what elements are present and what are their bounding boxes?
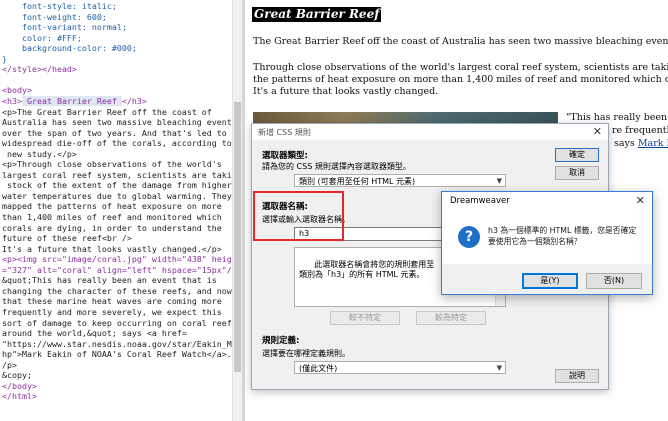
code-view-scrollbar[interactable] xyxy=(232,0,242,421)
paragraph-2-line-3[interactable]: It's a future that looks vastly changed. xyxy=(253,86,438,99)
selector-type-description: 請為您的 CSS 規則選擇內容選取器類型。 xyxy=(262,162,411,171)
code-line[interactable]: water temperatures due to global warming… xyxy=(2,191,232,202)
chevron-down-icon: ▼ xyxy=(496,364,502,372)
quote-line-3: says Mark Ea xyxy=(614,138,668,151)
less-specific-button[interactable]: 較不特定 xyxy=(330,311,400,325)
code-line[interactable]: ="327" alt="coral" align="left" hspace="… xyxy=(2,265,232,276)
code-line[interactable]: new study.</p> xyxy=(2,149,77,160)
help-button[interactable]: 說明 xyxy=(555,369,599,383)
code-line[interactable]: <h3> Great Barrier Reef </h3> xyxy=(2,95,147,107)
code-line[interactable]: color: #FFF; xyxy=(2,33,82,44)
rule-definition-title: 規則定義: xyxy=(262,336,300,346)
code-line[interactable]: than 1,400 miles of reef and monitored w… xyxy=(2,212,222,223)
question-icon: ? xyxy=(458,226,480,248)
code-line[interactable]: /p> xyxy=(2,360,17,371)
code-line[interactable]: It's a future that looks vastly changed.… xyxy=(2,244,222,255)
code-line[interactable]: font-style: italic; xyxy=(2,1,117,12)
code-line[interactable]: <p>Through close observations of the wor… xyxy=(2,159,222,170)
code-line[interactable]: } xyxy=(2,54,7,65)
dialog-title: 新增 CSS 規則 xyxy=(258,128,311,137)
no-button[interactable]: 否(N) xyxy=(586,273,642,289)
code-line[interactable]: changing the character of these reefs, a… xyxy=(2,286,232,297)
cancel-button[interactable]: 取消 xyxy=(555,166,599,180)
quote-line-2[interactable]: re frequently a xyxy=(612,125,668,138)
paragraph-2-line-2[interactable]: the patterns of heat exposure on more th… xyxy=(253,74,668,87)
code-line[interactable]: largest coral reef system, scientists ar… xyxy=(2,170,232,181)
code-line[interactable]: </body> xyxy=(2,381,37,392)
code-line[interactable]: &quot;This has really been an event that… xyxy=(2,275,217,286)
code-line[interactable]: frequently and more severely, we expect … xyxy=(2,307,222,318)
rule-definition-value: (僅此文件) xyxy=(299,364,338,373)
confirm-button-bar: 是(Y) 否(N) xyxy=(442,264,652,294)
rule-definition-dropdown[interactable]: (僅此文件) ▼ xyxy=(294,361,506,374)
more-specific-button[interactable]: 較為特定 xyxy=(416,311,486,325)
close-icon[interactable]: ✕ xyxy=(636,194,645,207)
confirm-dialog-title[interactable]: Dreamweaver xyxy=(450,196,510,206)
code-line[interactable]: font-variant: normal; xyxy=(2,22,127,33)
selector-info-text: 此選取器名稱會將您的規則套用至 類別為「h3」的所有 HTML 元素。 xyxy=(299,260,435,279)
code-line[interactable]: </style></head> xyxy=(2,64,77,75)
code-line[interactable]: <p><img src="image/coral.jpg" width="438… xyxy=(2,254,232,265)
code-line[interactable]: hp">Mark Eakin of NOAA's Coral Reef Watc… xyxy=(2,349,232,360)
code-line[interactable]: future of these reef<br /> xyxy=(2,233,132,244)
selector-type-title: 選取器類型: xyxy=(262,151,308,161)
code-line[interactable]: Australia has seen two massive bleaching… xyxy=(2,117,232,128)
selector-type-dropdown[interactable]: 類別 (可套用至任何 HTML 元素) ▼ xyxy=(294,174,506,187)
code-view[interactable]: font-style: italic; font-weight: 600; fo… xyxy=(0,0,232,421)
code-line[interactable]: stock of the extent of the damage from h… xyxy=(2,180,232,191)
rule-definition-description: 選擇要在哪裡定義規則。 xyxy=(262,349,350,358)
code-line[interactable]: over the span of two years. And that's l… xyxy=(2,128,232,139)
code-line[interactable]: <p>The Great Barrier Reef off the coast … xyxy=(2,107,212,118)
code-line[interactable]: font-weight: 600; xyxy=(2,12,107,23)
code-line[interactable]: corals are dying, in order to understand… xyxy=(2,223,222,234)
paragraph-1[interactable]: The Great Barrier Reef off the coast of … xyxy=(253,36,668,49)
code-view-scroll-thumb[interactable] xyxy=(234,102,241,372)
ok-button[interactable]: 確定 xyxy=(555,148,599,162)
code-line[interactable]: background-color: #000; xyxy=(2,43,137,54)
code-line[interactable]: around the world,&quot; says <a href= xyxy=(2,328,187,339)
mark-eakin-link[interactable]: Mark Ea xyxy=(638,138,668,149)
yes-button[interactable]: 是(Y) xyxy=(522,273,578,289)
page-heading[interactable]: Great Barrier Reef xyxy=(252,7,382,22)
code-line[interactable]: "https://www.star.nesdis.noaa.gov/star/E… xyxy=(2,339,232,350)
confirm-message: h3 為一個標準的 HTML 標籤，您是否確定 要使用它為一個類別名稱？ xyxy=(488,226,637,246)
selector-type-value: 類別 (可套用至任何 HTML 元素) xyxy=(299,177,416,186)
code-line[interactable]: that these marine heat waves are coming … xyxy=(2,296,222,307)
dreamweaver-confirm-dialog: Dreamweaver ✕ ? h3 為一個標準的 HTML 標籤，您是否確定 … xyxy=(441,191,653,295)
code-line[interactable]: <body> xyxy=(2,85,32,96)
quote-says: says xyxy=(614,138,638,149)
dialog-titlebar[interactable]: 新增 CSS 規則 ✕ xyxy=(252,124,608,140)
code-line[interactable]: </html> xyxy=(2,391,37,402)
close-icon[interactable]: ✕ xyxy=(593,125,602,138)
code-line[interactable]: &copy; xyxy=(2,370,32,381)
code-line[interactable]: mapped the patterns of heat exposure on … xyxy=(2,201,222,212)
code-line[interactable]: widespread die-off of the corals, accord… xyxy=(2,138,232,149)
chevron-down-icon: ▼ xyxy=(496,177,502,185)
selected-heading-text[interactable]: Great Barrier Reef xyxy=(21,95,122,106)
code-line[interactable]: sort of damage to keep occurring on cora… xyxy=(2,318,232,329)
paragraph-2-line-1[interactable]: Through close observations of the world'… xyxy=(253,62,668,75)
annotation-highlight-box xyxy=(253,191,344,241)
